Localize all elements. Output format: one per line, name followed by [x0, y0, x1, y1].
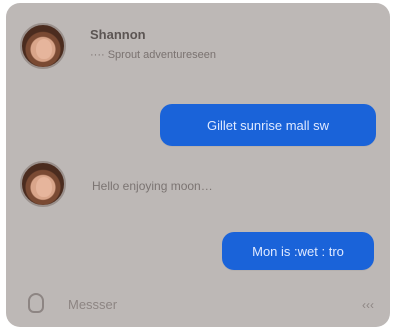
sender-avatar-top	[20, 23, 66, 69]
sender-avatar-bottom	[20, 161, 66, 207]
composer-right-label[interactable]: ‹‹‹	[362, 298, 374, 312]
sender-subtitle: ···· Sprout adventureseen	[90, 49, 216, 61]
mic-icon[interactable]	[28, 293, 44, 313]
incoming-message-text: Hello enjoying moon…	[92, 179, 213, 193]
avatar-face	[36, 39, 52, 59]
outgoing-message-2: Mon is :wet : tro	[222, 232, 374, 270]
outgoing-message-1-text: Gillet sunrise mall sw	[206, 117, 330, 133]
chat-card: Shannon ···· Sprout adventureseen Gillet…	[6, 3, 390, 327]
sender-name: Shannon	[90, 27, 146, 42]
outgoing-message-1: Gillet sunrise mall sw	[160, 104, 376, 146]
avatar-face	[36, 177, 52, 197]
message-input-placeholder[interactable]: Messser	[68, 297, 117, 312]
outgoing-message-2-text: Mon is :wet : tro	[252, 243, 344, 259]
